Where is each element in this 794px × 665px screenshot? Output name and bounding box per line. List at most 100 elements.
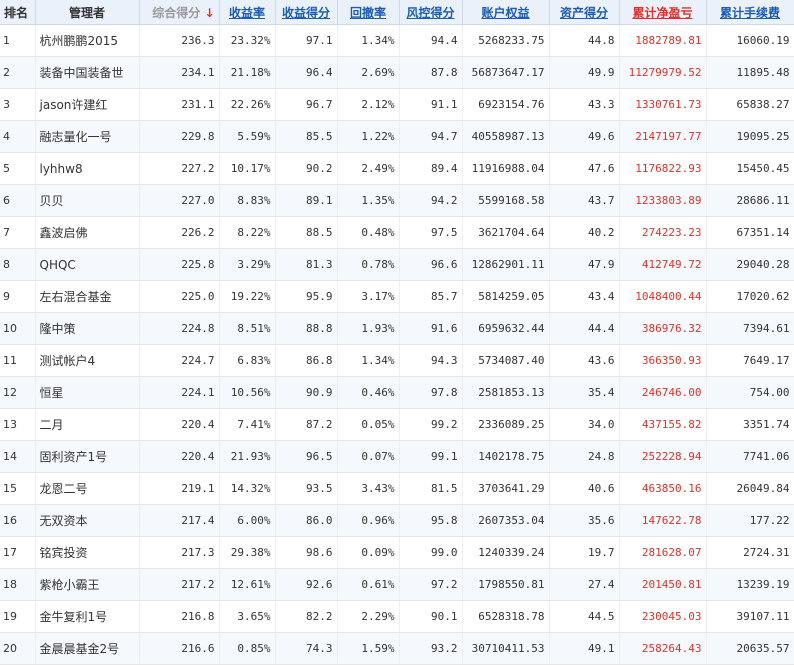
return-score: 98.6 — [275, 536, 338, 569]
header-risk-score[interactable]: 风控得分 — [399, 0, 463, 25]
rank-cell: 20 — [0, 632, 36, 665]
asset-score: 44.5 — [549, 600, 620, 633]
asset-score: 49.1 — [549, 632, 620, 665]
return-score: 81.3 — [275, 248, 338, 281]
manager-name: 隆中策 — [35, 312, 140, 345]
account-equity: 5268233.75 — [462, 24, 550, 57]
risk-score: 93.2 — [399, 632, 463, 665]
cumulative-fee: 754.00 — [706, 376, 794, 409]
drawdown-rate: 2.49% — [337, 152, 400, 185]
header-cumulative-profit[interactable]: 累计净盈亏 — [619, 0, 707, 25]
rank-cell: 11 — [0, 344, 36, 377]
drawdown-rate: 1.34% — [337, 24, 400, 57]
composite-score: 225.8 — [139, 248, 220, 281]
header-return-score[interactable]: 收益得分 — [275, 0, 338, 25]
composite-score: 224.1 — [139, 376, 220, 409]
return-rate: 23.32% — [219, 24, 276, 57]
manager-name: 金晨晨基金2号 — [35, 632, 140, 665]
header-manager: 管理者 — [35, 0, 140, 25]
return-score: 96.5 — [275, 440, 338, 473]
cumulative-profit: 246746.00 — [619, 376, 707, 409]
return-score: 97.1 — [275, 24, 338, 57]
asset-score: 34.0 — [549, 408, 620, 441]
return-score: 74.3 — [275, 632, 338, 665]
risk-score: 99.2 — [399, 408, 463, 441]
header-equity[interactable]: 账户权益 — [462, 0, 550, 25]
account-equity: 3703641.29 — [462, 472, 550, 505]
return-rate: 12.61% — [219, 568, 276, 601]
header-asset-score[interactable]: 资产得分 — [549, 0, 620, 25]
drawdown-rate: 0.46% — [337, 376, 400, 409]
manager-name: 鑫波启佛 — [35, 216, 140, 249]
drawdown-rate: 2.12% — [337, 88, 400, 121]
table-row: 6 贝贝 227.0 8.83% 89.1 1.35% 94.2 5599168.58 43.7… — [0, 184, 794, 217]
risk-score: 94.3 — [399, 344, 463, 377]
risk-score: 87.8 — [399, 56, 463, 89]
return-rate: 6.83% — [219, 344, 276, 377]
composite-score: 231.1 — [139, 88, 220, 121]
manager-name: jason许建红 — [35, 88, 140, 121]
manager-name: lyhhw8 — [35, 152, 140, 185]
header-drawdown[interactable]: 回撤率 — [337, 0, 400, 25]
header-return-rate[interactable]: 收益率 — [219, 0, 276, 25]
cumulative-fee: 177.22 — [706, 504, 794, 537]
risk-score: 94.2 — [399, 184, 463, 217]
cumulative-profit: 2147197.77 — [619, 120, 707, 153]
manager-name: 左右混合基金 — [35, 280, 140, 313]
cumulative-fee: 13239.19 — [706, 568, 794, 601]
cumulative-fee: 16060.19 — [706, 24, 794, 57]
asset-score: 44.4 — [549, 312, 620, 345]
table-row: 11 测试帐户4 224.7 6.83% 86.8 1.34% 94.3 5734087.40… — [0, 344, 794, 377]
cumulative-fee: 11895.48 — [706, 56, 794, 89]
manager-name: 测试帐户4 — [35, 344, 140, 377]
asset-score: 40.6 — [549, 472, 620, 505]
manager-name: 二月 — [35, 408, 140, 441]
cumulative-profit: 274223.23 — [619, 216, 707, 249]
asset-score: 40.2 — [549, 216, 620, 249]
rank-cell: 10 — [0, 312, 36, 345]
account-equity: 5734087.40 — [462, 344, 550, 377]
cumulative-fee: 20635.57 — [706, 632, 794, 665]
cumulative-profit: 258264.43 — [619, 632, 707, 665]
return-score: 85.5 — [275, 120, 338, 153]
account-equity: 1798550.81 — [462, 568, 550, 601]
composite-score: 226.2 — [139, 216, 220, 249]
account-equity: 56873647.17 — [462, 56, 550, 89]
header-composite-score[interactable]: 综合得分 ↓ — [139, 0, 220, 25]
manager-name: 固利资产1号 — [35, 440, 140, 473]
drawdown-rate: 1.59% — [337, 632, 400, 665]
account-equity: 1240339.24 — [462, 536, 550, 569]
cumulative-profit: 252228.94 — [619, 440, 707, 473]
cumulative-fee: 15450.45 — [706, 152, 794, 185]
table-row: 9 左右混合基金 225.0 19.22% 95.9 3.17% 85.7 5814259.0… — [0, 280, 794, 313]
account-equity: 6528318.78 — [462, 600, 550, 633]
drawdown-rate: 0.48% — [337, 216, 400, 249]
return-rate: 5.59% — [219, 120, 276, 153]
return-score: 95.9 — [275, 280, 338, 313]
asset-score: 35.4 — [549, 376, 620, 409]
manager-name: 杭州鹏鹏2015 — [35, 24, 140, 57]
rank-cell: 7 — [0, 216, 36, 249]
table-row: 2 装备中国装备世 234.1 21.18% 96.4 2.69% 87.8 56873647… — [0, 56, 794, 89]
asset-score: 47.9 — [549, 248, 620, 281]
return-rate: 29.38% — [219, 536, 276, 569]
cumulative-profit: 366350.93 — [619, 344, 707, 377]
composite-score: 217.3 — [139, 536, 220, 569]
cumulative-fee: 67351.14 — [706, 216, 794, 249]
rank-cell: 4 — [0, 120, 36, 153]
table-row: 10 隆中策 224.8 8.51% 88.8 1.93% 91.6 6959632.44 44… — [0, 312, 794, 345]
manager-name: 装备中国装备世 — [35, 56, 140, 89]
return-rate: 10.56% — [219, 376, 276, 409]
risk-score: 99.1 — [399, 440, 463, 473]
cumulative-fee: 7741.06 — [706, 440, 794, 473]
drawdown-rate: 0.61% — [337, 568, 400, 601]
risk-score: 91.1 — [399, 88, 463, 121]
return-rate: 8.22% — [219, 216, 276, 249]
header-cumulative-fee[interactable]: 累计手续费 — [706, 0, 794, 25]
cumulative-fee: 7394.61 — [706, 312, 794, 345]
drawdown-rate: 0.96% — [337, 504, 400, 537]
risk-score: 97.8 — [399, 376, 463, 409]
return-rate: 21.18% — [219, 56, 276, 89]
account-equity: 2581853.13 — [462, 376, 550, 409]
rank-cell: 13 — [0, 408, 36, 441]
